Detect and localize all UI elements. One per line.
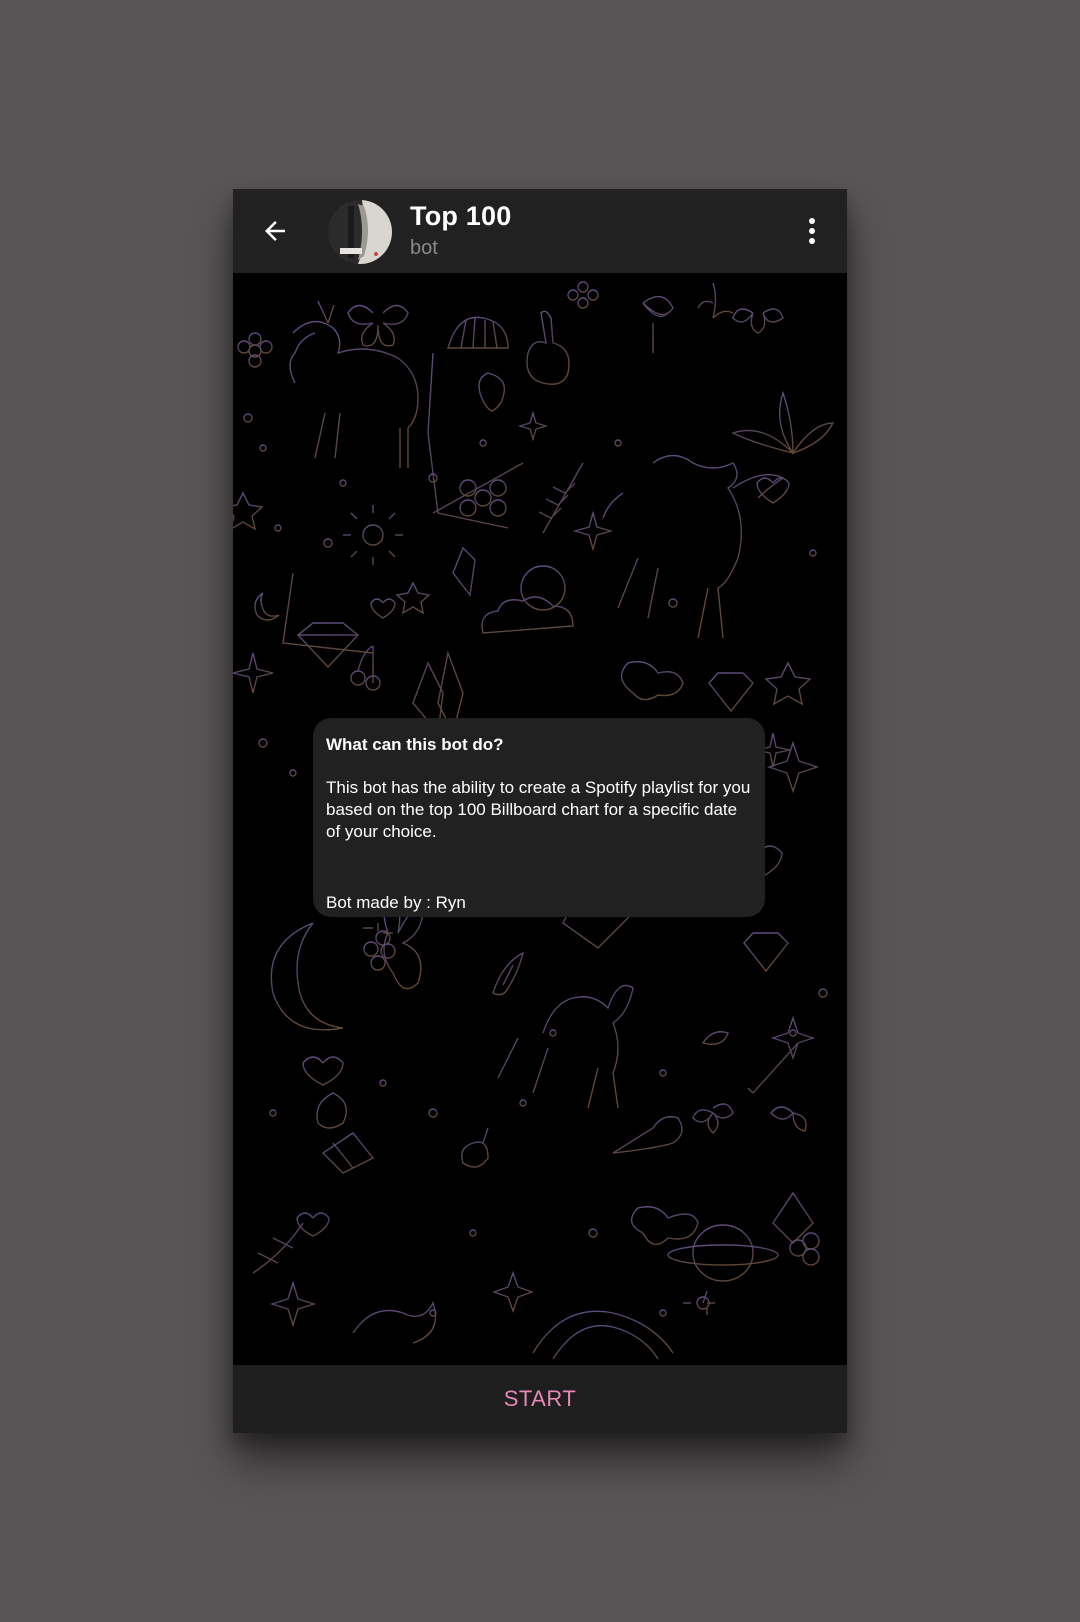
arrow-left-icon: [265, 221, 285, 241]
more-options-button[interactable]: [797, 211, 827, 251]
start-button[interactable]: START: [504, 1386, 577, 1412]
chat-title: Top 100: [410, 201, 512, 231]
more-vertical-icon: [809, 218, 815, 244]
chat-subtitle: bot: [410, 237, 438, 259]
phone-screen: Top 100 bot What can this bot do? This b…: [233, 189, 847, 1433]
chat-header: Top 100 bot: [233, 189, 847, 273]
bot-intro-message: What can this bot do? This bot has the a…: [313, 718, 765, 917]
bot-avatar[interactable]: [328, 200, 392, 264]
back-button[interactable]: [255, 211, 295, 251]
start-bar: START: [233, 1365, 847, 1433]
intro-heading: What can this bot do?: [326, 735, 504, 754]
intro-description: This bot has the ability to create a Spo…: [326, 778, 751, 841]
intro-credit: Bot made by : Ryn: [326, 893, 466, 912]
